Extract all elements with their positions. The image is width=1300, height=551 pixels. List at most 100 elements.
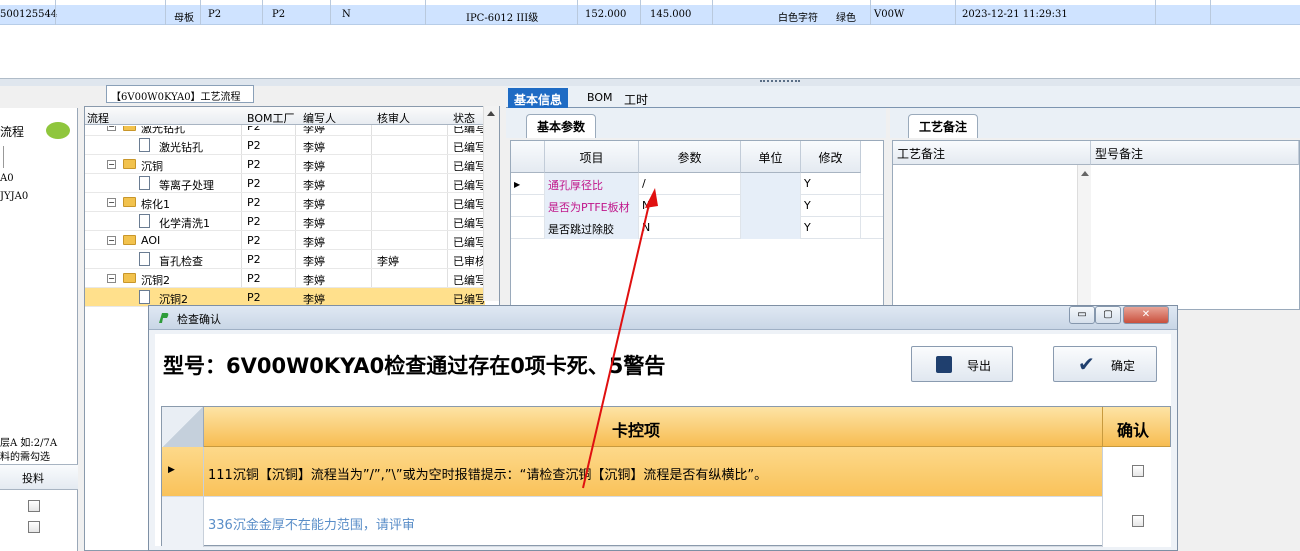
tree-header: 流程 BOM工厂 编写人 核审人 状态 bbox=[85, 107, 499, 125]
tab-hours[interactable]: 工时 bbox=[618, 88, 654, 108]
tree-row-bom: P2 bbox=[247, 126, 261, 133]
export-label: 导出 bbox=[967, 359, 992, 373]
order-cell: 152.000 bbox=[585, 9, 627, 20]
column-header[interactable]: 流程 bbox=[87, 110, 109, 126]
confirm-button[interactable]: ✔ 确定 bbox=[1053, 346, 1157, 382]
tree-row[interactable]: 盲孔检查 P2 李婷 李婷 已审核 bbox=[85, 250, 485, 269]
column-header[interactable]: 核审人 bbox=[377, 110, 410, 126]
tree-row[interactable]: − 沉铜 P2 李婷 已编写 bbox=[85, 155, 485, 174]
hint-text: 料的需勾选 bbox=[0, 452, 50, 463]
remark-scrollbar[interactable] bbox=[1077, 165, 1091, 311]
collapse-icon[interactable]: − bbox=[107, 198, 116, 207]
column-header[interactable]: 确认 bbox=[1117, 417, 1149, 441]
remark-subtabs: 工艺备注 bbox=[890, 108, 1300, 138]
confirm-label: 确定 bbox=[1111, 359, 1136, 373]
folder-icon bbox=[123, 159, 136, 169]
column-header[interactable]: 状态 bbox=[453, 110, 475, 126]
feed-checkbox[interactable] bbox=[28, 521, 40, 533]
param-row[interactable]: 是否为PTFE板材 N Y bbox=[511, 195, 883, 217]
document-icon bbox=[139, 252, 150, 266]
param-row[interactable]: 是否跳过除胶 N Y bbox=[511, 217, 883, 239]
close-button[interactable]: ✕ bbox=[1123, 306, 1169, 324]
order-cell: P2 bbox=[272, 9, 286, 20]
collapse-icon[interactable]: − bbox=[107, 160, 116, 169]
tree-row-writer: 李婷 bbox=[303, 236, 325, 249]
param-modify: Y bbox=[801, 195, 861, 217]
tree-row[interactable]: 化学清洗1 P2 李婷 已编写 bbox=[85, 212, 485, 231]
tree-row[interactable]: − 沉铜2 P2 李婷 已编写 bbox=[85, 269, 485, 288]
tree-row-bom: P2 bbox=[247, 234, 261, 247]
tree-row[interactable]: − AOI P2 李婷 已编写 bbox=[85, 231, 485, 250]
folder-icon bbox=[123, 197, 136, 207]
order-row-selected[interactable]: 500125544 母板 P2 P2 N IPC-6012 III级 152.0… bbox=[0, 5, 1300, 25]
collapse-icon[interactable]: − bbox=[107, 126, 116, 131]
check-item-text: 111沉铜【沉铜】流程当为”/”,”\”或为空时报错提示：“请检查沉铜【沉铜】流… bbox=[208, 468, 768, 483]
tree-row-bom: P2 bbox=[247, 253, 261, 266]
row-indicator bbox=[162, 497, 204, 547]
dialog-titlebar[interactable]: 检查确认 ▭ ▢ ✕ bbox=[149, 306, 1177, 330]
column-header[interactable]: 编写人 bbox=[303, 110, 336, 126]
app-icon bbox=[157, 311, 170, 324]
export-button[interactable]: 导出 bbox=[911, 346, 1013, 382]
tree-row[interactable]: 激光钻孔 P2 李婷 已编写 bbox=[85, 136, 485, 155]
collapse-icon[interactable]: − bbox=[107, 236, 116, 245]
tree-row-bom: P2 bbox=[247, 215, 261, 228]
left-line: JYJA0 bbox=[0, 191, 29, 202]
tab-bom[interactable]: BOM bbox=[581, 88, 619, 108]
tree-row-writer: 李婷 bbox=[303, 217, 325, 230]
scroll-up-icon[interactable] bbox=[1081, 171, 1089, 176]
tab-basic-params[interactable]: 基本参数 bbox=[526, 114, 597, 138]
confirm-checkbox[interactable] bbox=[1132, 465, 1144, 477]
tree-row[interactable]: − 棕化1 P2 李婷 已编写 bbox=[85, 193, 485, 212]
tree-row-name: 等离子处理 bbox=[159, 179, 214, 192]
scroll-up-icon[interactable] bbox=[487, 111, 495, 116]
param-unit bbox=[741, 195, 801, 217]
document-icon bbox=[139, 290, 150, 304]
column-header[interactable]: 修改 bbox=[801, 141, 861, 173]
param-value[interactable]: N bbox=[639, 217, 741, 239]
column-header[interactable]: 型号备注 bbox=[1091, 141, 1299, 165]
column-header[interactable]: 项目 bbox=[545, 141, 639, 173]
check-item-row[interactable]: 336沉金金厚不在能力范围，请评审 bbox=[162, 497, 1171, 547]
param-modify: Y bbox=[801, 173, 861, 195]
check-item-row[interactable]: ▶ 111沉铜【沉铜】流程当为”/”,”\”或为空时报错提示：“请检查沉铜【沉铜】… bbox=[162, 447, 1171, 497]
param-row[interactable]: ▶ 通孔厚径比 / Y bbox=[511, 173, 883, 195]
feed-checkbox[interactable] bbox=[28, 500, 40, 512]
tree-row[interactable]: − 激光钻孔 P2 李婷 已编写 bbox=[85, 126, 485, 136]
column-header[interactable]: 单位 bbox=[741, 141, 801, 173]
tree-row-bom: P2 bbox=[247, 196, 261, 209]
tree-row-writer: 李婷 bbox=[303, 141, 325, 154]
check-item-text: 336沉金金厚不在能力范围，请评审 bbox=[208, 518, 415, 533]
param-unit bbox=[741, 217, 801, 239]
tree-row-status: 已编写 bbox=[453, 236, 485, 249]
grid-corner bbox=[511, 141, 545, 173]
minimize-button[interactable]: ▭ bbox=[1069, 306, 1095, 324]
document-icon bbox=[139, 138, 150, 152]
column-header[interactable]: 工艺备注 bbox=[893, 141, 1091, 165]
column-header[interactable]: BOM工厂 bbox=[247, 110, 295, 126]
tree-row-name: 化学清洗1 bbox=[159, 217, 210, 230]
tree-scrollbar[interactable] bbox=[483, 106, 499, 301]
feed-column-header: 投料 bbox=[22, 472, 44, 485]
tree-row[interactable]: 等离子处理 P2 李婷 已编写 bbox=[85, 174, 485, 193]
tree-row-status: 已编写 bbox=[453, 198, 485, 211]
tree-row-name: 沉铜2 bbox=[141, 274, 170, 287]
param-item: 是否为PTFE板材 bbox=[545, 195, 639, 217]
tab-process-remark[interactable]: 工艺备注 bbox=[908, 114, 979, 138]
tab-basic-info[interactable]: 基本信息 bbox=[508, 88, 569, 108]
comment-icon[interactable] bbox=[46, 122, 70, 139]
param-value[interactable]: / bbox=[639, 173, 741, 195]
tree-row-name: 盲孔检查 bbox=[159, 255, 203, 268]
column-header[interactable]: 参数 bbox=[639, 141, 741, 173]
tree-row-reviewer: 李婷 bbox=[377, 255, 399, 268]
column-header[interactable]: 卡控项 bbox=[612, 417, 660, 441]
select-all-corner[interactable] bbox=[162, 407, 204, 447]
param-unit bbox=[741, 173, 801, 195]
param-value[interactable]: N bbox=[639, 195, 741, 217]
tree-row-name: AOI bbox=[141, 234, 161, 247]
order-cell: 145.000 bbox=[650, 9, 692, 20]
maximize-button[interactable]: ▢ bbox=[1095, 306, 1121, 324]
collapse-icon[interactable]: − bbox=[107, 274, 116, 283]
left-panel: 流程 A0 JYJA0 层A 如:2/7A 料的需勾选 投料 bbox=[0, 108, 78, 551]
confirm-checkbox[interactable] bbox=[1132, 515, 1144, 527]
